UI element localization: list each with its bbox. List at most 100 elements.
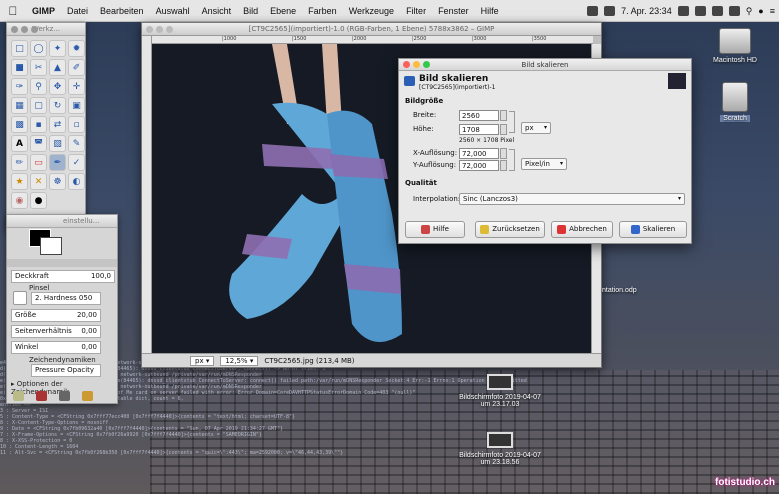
spotlight-icon[interactable]: ⚲	[746, 6, 753, 17]
width-spinner[interactable]	[500, 110, 507, 121]
menu-ansicht[interactable]: Ansicht	[196, 6, 238, 16]
minimize-icon[interactable]	[156, 26, 163, 33]
measure-tool-icon[interactable]: ✥	[49, 78, 66, 95]
res-chain-icon[interactable]	[509, 149, 515, 171]
xres-spinner[interactable]	[500, 148, 507, 159]
paths-tool-icon[interactable]: ✐	[68, 59, 85, 76]
battery-icon[interactable]	[694, 6, 706, 16]
clone-tool-icon[interactable]: ★	[11, 173, 28, 190]
minimize-icon[interactable]	[21, 26, 28, 33]
status-icon[interactable]	[587, 6, 599, 16]
ellipse-select-tool-icon[interactable]: ◯	[30, 40, 47, 57]
menu-werkzeuge[interactable]: Werkzeuge	[343, 6, 400, 16]
toolbox-titlebar[interactable]: Werkz...	[7, 23, 85, 36]
help-button[interactable]: Hilfe	[405, 221, 465, 238]
menu-datei[interactable]: Datei	[61, 6, 94, 16]
fuzzy-select-tool-icon[interactable]: ✹	[68, 40, 85, 57]
display-icon[interactable]	[604, 6, 616, 16]
notification-icon[interactable]: ≡	[770, 6, 775, 16]
timemachine-icon[interactable]	[677, 6, 689, 16]
text-tool-icon[interactable]: A	[11, 135, 28, 152]
reset-options-icon[interactable]	[82, 391, 93, 401]
dynamics-field[interactable]: Pressure Opacity	[31, 364, 101, 377]
align-tool-icon[interactable]: ▦	[11, 97, 28, 114]
menu-bild[interactable]: Bild	[237, 6, 264, 16]
move-tool-icon[interactable]: ✛	[68, 78, 85, 95]
macintosh-hd-icon[interactable]: Macintosh HD	[700, 28, 770, 64]
foreground-select-tool-icon[interactable]: ▲	[49, 59, 66, 76]
zoom-icon[interactable]	[423, 61, 430, 68]
eraser-tool-icon[interactable]: ▭	[30, 154, 47, 171]
brush-preview-icon[interactable]	[13, 291, 27, 305]
dialog-titlebar[interactable]: Bild skalieren	[399, 59, 691, 71]
zoom-select[interactable]: 12,5% ▾	[220, 355, 259, 366]
rect-select-tool-icon[interactable]: □	[11, 40, 28, 57]
menu-app[interactable]: GIMP	[26, 6, 61, 16]
close-icon[interactable]	[146, 26, 153, 33]
horizontal-ruler[interactable]: |1000 |1500 |2000 |2500 |3000 |3500	[152, 36, 593, 44]
blur-tool-icon[interactable]: ◉	[11, 192, 28, 209]
res-unit-select[interactable]: Pixel/in ▾	[521, 158, 567, 170]
menu-fenster[interactable]: Fenster	[432, 6, 475, 16]
delete-options-icon[interactable]	[59, 391, 70, 401]
minimize-icon[interactable]	[413, 61, 420, 68]
flip-tool-icon[interactable]: ⇄	[49, 116, 66, 133]
interpolation-select[interactable]: Sinc (Lanczos3) ▾	[459, 193, 685, 205]
apple-icon[interactable]: 	[0, 4, 26, 18]
cage-tool-icon[interactable]: ▫	[68, 116, 85, 133]
perspective-tool-icon[interactable]: ▪	[30, 116, 47, 133]
restore-options-icon[interactable]	[36, 391, 47, 401]
screenshot-1-icon[interactable]: Bildschirmfoto 2019-04-07 um 23.17.03	[440, 374, 560, 408]
zoom-icon[interactable]	[31, 26, 38, 33]
bucket-fill-tool-icon[interactable]: ◚	[30, 135, 47, 152]
shear-tool-icon[interactable]: ▩	[11, 116, 28, 133]
unit-select[interactable]: px ▾	[190, 355, 215, 366]
height-spinner[interactable]	[500, 124, 507, 135]
scale-tool-icon[interactable]: ▣	[68, 97, 85, 114]
scale-button[interactable]: Skalieren	[619, 221, 687, 238]
image-window-titlebar[interactable]: [CT9C2565](importiert)-1.0 (RGB-Farben, …	[142, 23, 601, 36]
color-picker-tool-icon[interactable]: ✑	[11, 78, 28, 95]
close-icon[interactable]	[403, 61, 410, 68]
paintbrush-tool-icon[interactable]: ✏	[11, 154, 28, 171]
menu-auswahl[interactable]: Auswahl	[150, 6, 196, 16]
menu-bearbeiten[interactable]: Bearbeiten	[94, 6, 150, 16]
gradient-tool-icon[interactable]: ▧	[49, 135, 66, 152]
yres-input[interactable]: 72,000	[459, 160, 499, 171]
xres-input[interactable]: 72,000	[459, 148, 499, 159]
odp-file-icon[interactable]: ntation.odp	[602, 287, 682, 294]
menubar-clock[interactable]: 7. Apr. 23:34	[621, 6, 672, 16]
crop-tool-icon[interactable]: ▢	[30, 97, 47, 114]
opacity-slider[interactable]: Deckkraft 100,0	[11, 270, 115, 283]
pencil-tool-icon[interactable]: ✎	[68, 135, 85, 152]
yres-spinner[interactable]	[500, 160, 507, 171]
zoom-tool-icon[interactable]: ⚲	[30, 78, 47, 95]
screenshot-2-icon[interactable]: Bildschirmfoto 2019-04-07 um 23.18.56	[440, 432, 560, 466]
wifi-icon[interactable]	[728, 6, 740, 16]
chain-link-icon[interactable]	[509, 111, 515, 133]
cancel-button[interactable]: Abbrechen	[551, 221, 613, 238]
close-icon[interactable]	[11, 26, 18, 33]
volume-icon[interactable]	[711, 6, 723, 16]
menu-ebene[interactable]: Ebene	[264, 6, 302, 16]
reset-button[interactable]: Zurücksetzen	[475, 221, 545, 238]
dock-tabs[interactable]	[7, 259, 117, 267]
user-icon[interactable]: ●	[758, 6, 763, 16]
menu-hilfe[interactable]: Hilfe	[475, 6, 505, 16]
background-color-swatch[interactable]	[40, 237, 62, 255]
size-unit-select[interactable]: px ▾	[521, 122, 551, 134]
aspect-slider[interactable]: Seitenverhältnis 0,00	[11, 325, 101, 338]
ink-tool-icon[interactable]: ✓	[68, 154, 85, 171]
heal-tool-icon[interactable]: ✕	[30, 173, 47, 190]
size-slider[interactable]: Größe 20,00	[11, 309, 101, 322]
save-options-icon[interactable]	[13, 391, 24, 401]
dock-titlebar[interactable]: einstellu...	[7, 215, 117, 228]
sharpen-tool-icon[interactable]: ●	[30, 192, 47, 209]
width-input[interactable]: 2560	[459, 110, 499, 121]
menu-farben[interactable]: Farben	[302, 6, 343, 16]
smudge-tool-icon[interactable]: ☸	[49, 173, 66, 190]
scratch-drive-icon[interactable]: Scratch	[700, 82, 770, 122]
height-input[interactable]: 1708	[459, 124, 499, 135]
dodge-burn-tool-icon[interactable]: ◐	[68, 173, 85, 190]
angle-slider[interactable]: Winkel 0,00	[11, 341, 101, 354]
